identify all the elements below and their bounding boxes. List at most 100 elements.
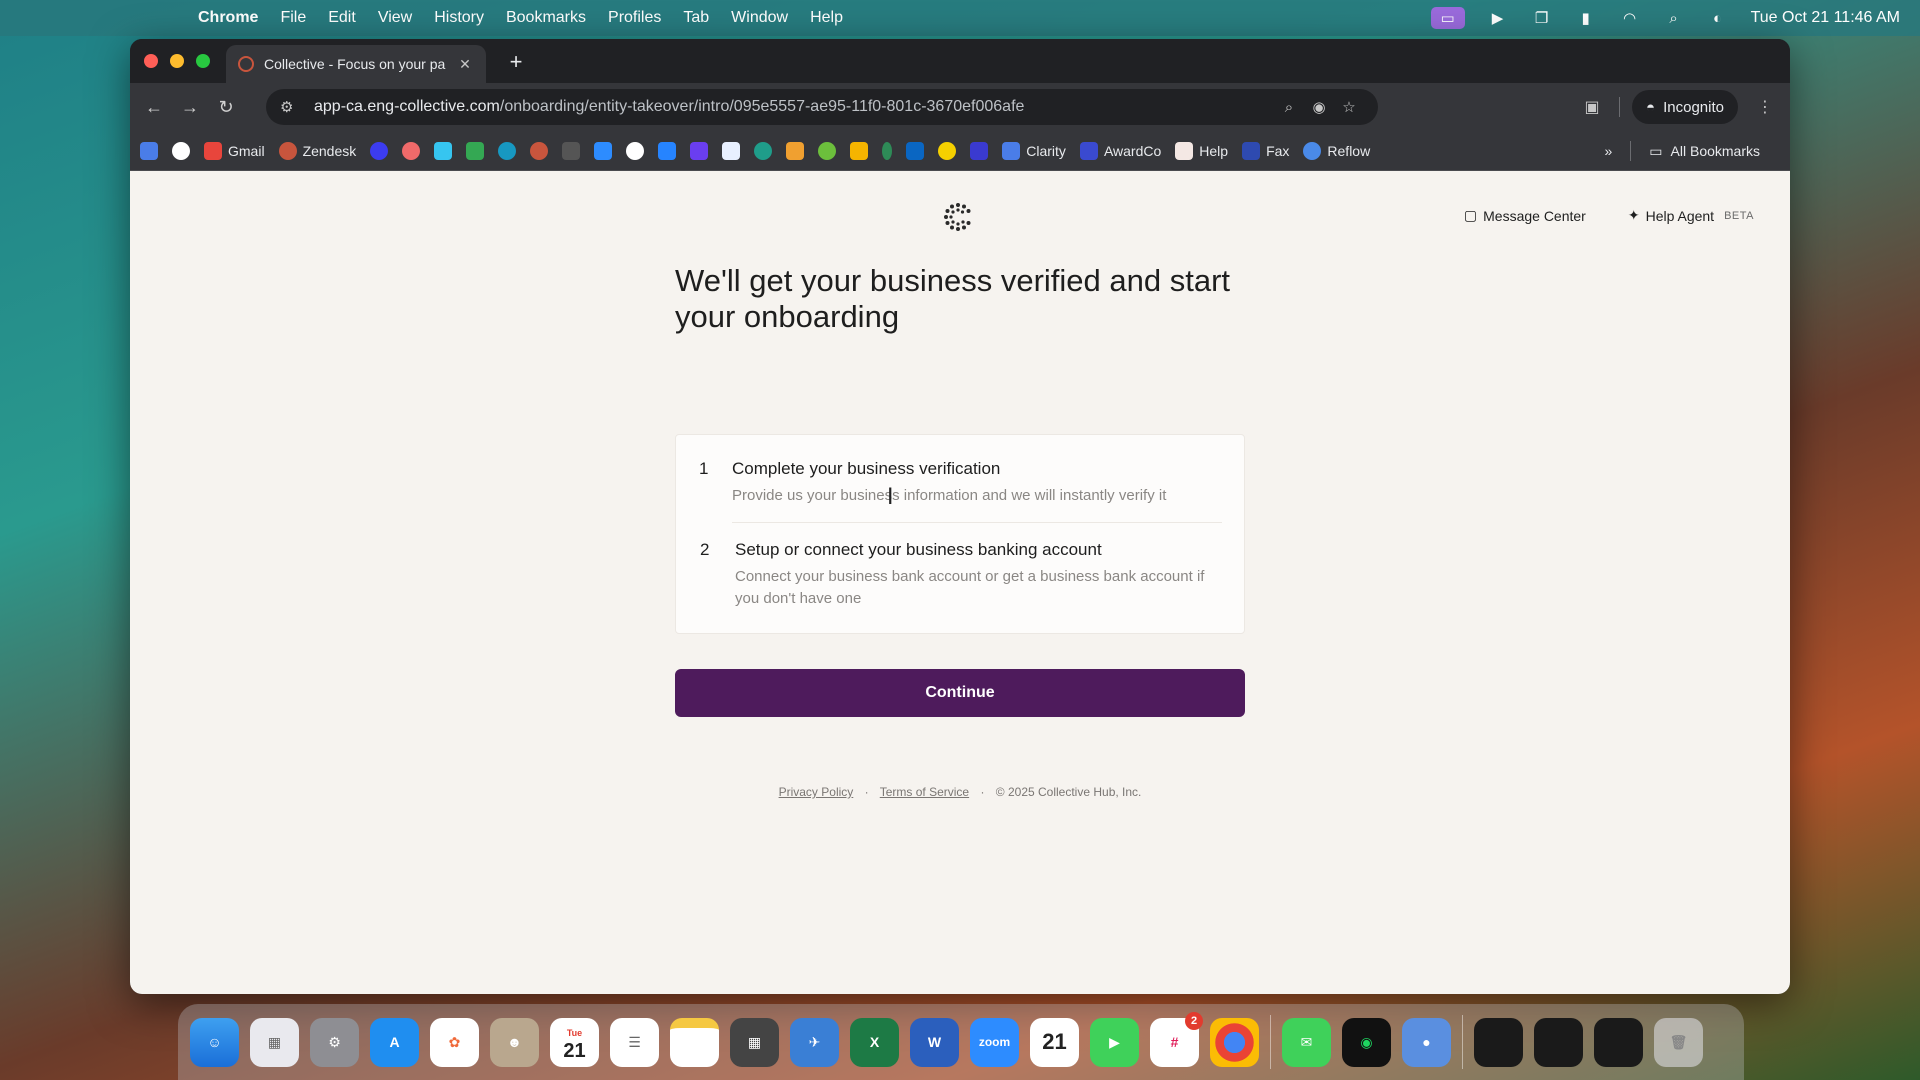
photos-icon[interactable]: ✿ [430,1017,479,1067]
close-window-button[interactable] [144,54,158,68]
control-center-icon[interactable]: ◐ [1707,9,1729,27]
bookmark-reflow[interactable]: Reflow [1303,141,1370,160]
tab-search-icon[interactable]: ▣ [1577,97,1607,117]
bookmark-app-7[interactable] [754,141,773,160]
bookmark-app-10[interactable] [850,141,869,160]
tracking-protection-icon[interactable]: ◉ [1304,98,1334,116]
continue-button[interactable]: Continue [675,669,1245,717]
contacts-icon[interactable]: ☻ [490,1017,539,1067]
app-store-icon[interactable]: A [370,1017,419,1067]
menu-bar-clock[interactable]: Tue Oct 21 11:46 AM [1751,9,1900,27]
bookmark-app-6[interactable] [722,141,741,160]
forward-button[interactable]: → [172,97,208,118]
calendar-icon[interactable]: Tue 21 [550,1017,599,1067]
incognito-profile-button[interactable]: ◓ Incognito [1632,90,1738,124]
minimize-window-button[interactable] [170,54,184,68]
facetime-icon[interactable]: ▶ [1090,1017,1139,1067]
menu-tab[interactable]: Tab [683,9,709,27]
calendar-date-icon[interactable]: 21 [1030,1017,1079,1067]
back-button[interactable]: ← [136,97,172,118]
spotlight-search-icon[interactable]: ⌕ [1663,9,1685,27]
bookmark-jira[interactable] [658,141,677,160]
minimized-slack-window-icon[interactable] [1594,1017,1643,1067]
bookmark-app-9[interactable] [818,141,837,160]
more-bookmarks-chevron-icon[interactable]: » [1605,143,1613,159]
screen-share-icon[interactable]: ▭ [1430,7,1465,29]
excel-icon[interactable]: X [850,1017,899,1067]
bookmark-app-13[interactable] [970,141,989,160]
bookmark-fax[interactable]: Fax [1242,141,1289,160]
new-tab-button[interactable]: + [502,49,530,77]
trash-icon[interactable]: 🗑 [1654,1017,1703,1067]
play-icon[interactable]: ▶ [1487,9,1509,27]
help-agent-link[interactable]: ✦ Help Agent BETA [1628,207,1754,224]
bookmark-app-5[interactable] [690,141,709,160]
xcode-icon[interactable]: ✈ [790,1017,839,1067]
notes-icon[interactable] [670,1017,719,1067]
menu-edit[interactable]: Edit [328,9,356,27]
zoom-app-icon[interactable]: zoom [970,1017,1019,1067]
menu-bookmarks[interactable]: Bookmarks [506,9,586,27]
footer-separator: · [980,785,985,799]
bookmark-zoom[interactable] [594,141,613,160]
bookmark-slack[interactable] [434,141,453,160]
minimized-chrome-window-icon[interactable] [1534,1017,1583,1067]
privacy-policy-link[interactable]: Privacy Policy [779,785,854,799]
bookmark-app-3[interactable] [562,141,581,160]
reminders-icon[interactable]: ☰ [610,1017,659,1067]
bookmark-app-2[interactable] [402,141,421,160]
address-bar[interactable]: ⚙ app-ca.eng-collective.com/onboarding/e… [266,89,1378,125]
message-center-link[interactable]: ▢ Message Center [1464,207,1586,224]
bookmark-app-11[interactable] [882,141,893,160]
bookmark-awardco[interactable]: AwardCo [1079,141,1161,160]
bookmark-app-8[interactable] [786,141,805,160]
close-tab-icon[interactable]: ✕ [456,56,474,73]
bookmark-collective[interactable] [530,141,549,160]
bookmark-star-icon[interactable]: ☆ [1334,98,1364,116]
bookmark-app-4[interactable] [626,141,645,160]
bookmark-1password[interactable] [172,141,190,160]
bookmark-app-12[interactable] [938,141,957,160]
bookmark-help[interactable]: Help [1175,141,1228,160]
step-description: Provide us your business information and… [732,487,1167,504]
url-text[interactable]: app-ca.eng-collective.com/onboarding/ent… [314,98,1274,116]
bookmark-zendesk[interactable]: Zendesk [278,141,356,160]
menu-view[interactable]: View [378,9,412,27]
more-menu-icon[interactable]: ⋮ [1750,97,1780,117]
help-agent-label: Help Agent [1645,207,1715,224]
system-settings-icon[interactable]: ⚙ [310,1017,359,1067]
chrome-icon[interactable] [1210,1017,1259,1067]
launchpad-icon[interactable]: ▦ [250,1017,299,1067]
menu-window[interactable]: Window [731,9,788,27]
messages-icon[interactable]: ✉ [1282,1017,1331,1067]
site-info-icon[interactable]: ⚙ [280,98,302,116]
menu-profiles[interactable]: Profiles [608,9,661,27]
bookmark-gmail[interactable]: Gmail [204,141,265,160]
reload-button[interactable]: ↻ [208,97,244,118]
all-bookmarks-button[interactable]: ▭ All Bookmarks [1649,143,1760,160]
terms-of-service-link[interactable]: Terms of Service [880,785,969,799]
menu-app-name[interactable]: Chrome [198,9,258,27]
slack-icon[interactable]: #2 [1150,1011,1203,1067]
app-icon[interactable]: ● [1402,1017,1451,1067]
tab-collective[interactable]: Collective - Focus on your pa ✕ [226,45,486,83]
bookmark-linkedin[interactable] [906,141,925,160]
menu-help[interactable]: Help [810,9,843,27]
minimized-chrome-window-icon[interactable] [1474,1017,1523,1067]
bookmark-clarity[interactable]: Clarity [1002,141,1066,160]
word-icon[interactable]: W [910,1017,959,1067]
bookmark-calendar[interactable] [140,141,158,160]
zoom-window-button[interactable] [196,54,210,68]
finder-icon[interactable]: ☺ [190,1017,239,1067]
battery-icon[interactable]: ▮ [1575,9,1597,27]
bookmark-drive[interactable] [466,141,485,160]
menu-history[interactable]: History [434,9,484,27]
spotify-icon[interactable]: ◉ [1342,1017,1391,1067]
bookmark-salesforce[interactable] [498,141,517,160]
zoom-icon[interactable]: ⌕ [1274,99,1304,116]
window-stack-icon[interactable]: ❐ [1531,9,1553,27]
calculator-icon[interactable]: ▦ [730,1017,779,1067]
wifi-icon[interactable]: ◠ [1619,9,1641,27]
bookmark-app-1[interactable] [370,141,389,160]
menu-file[interactable]: File [280,9,306,27]
